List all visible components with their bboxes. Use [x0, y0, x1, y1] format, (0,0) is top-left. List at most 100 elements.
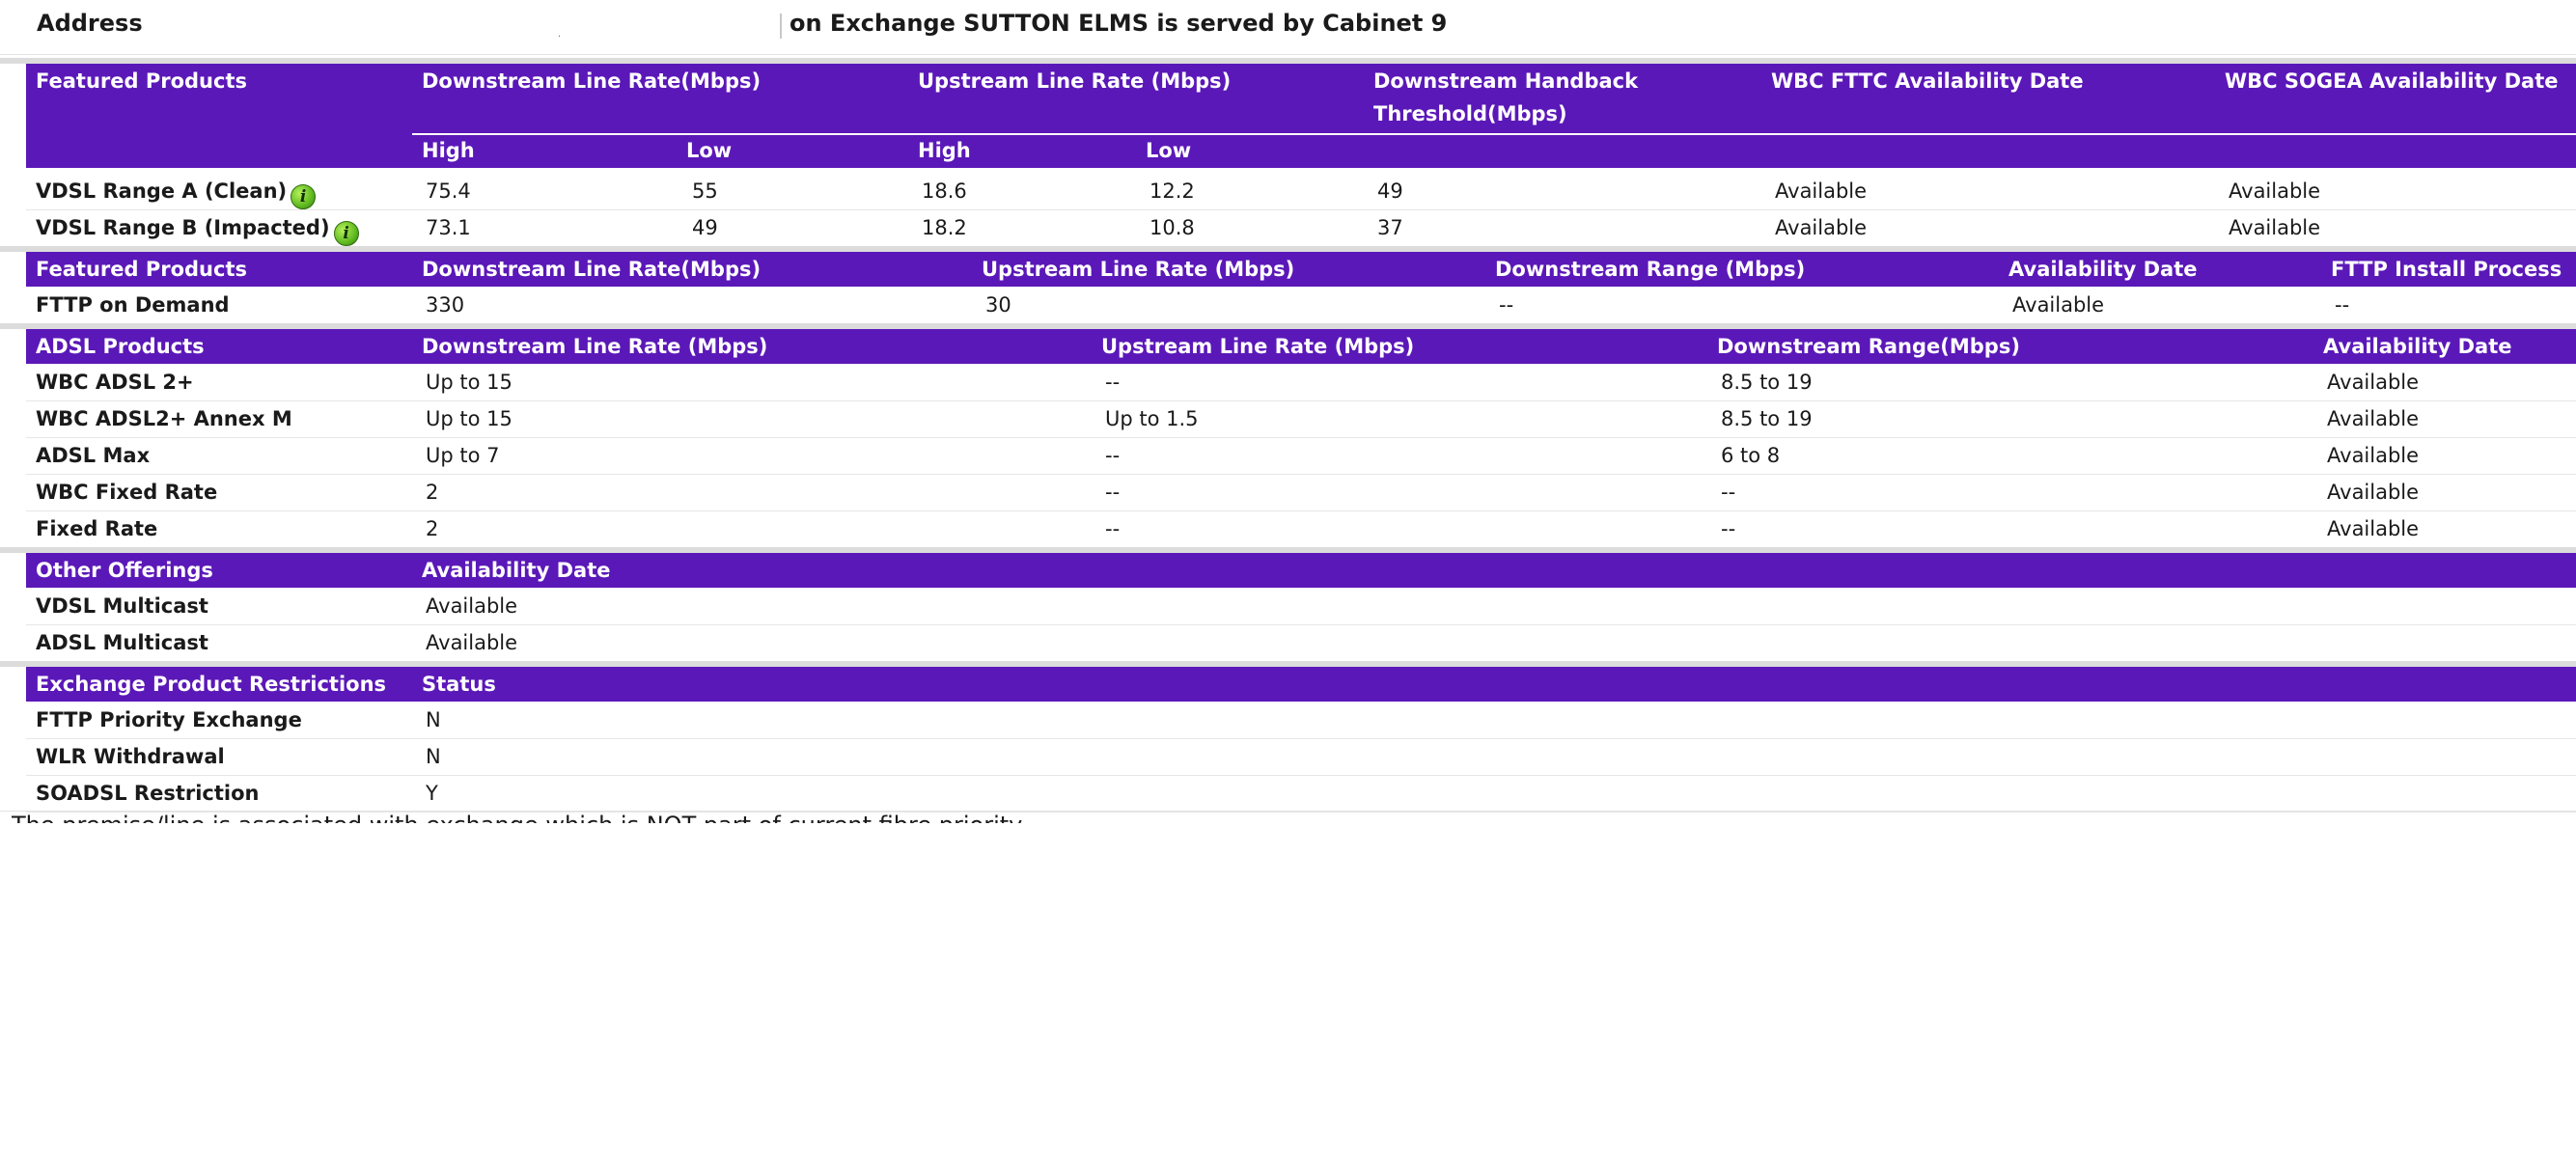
info-icon[interactable]: i — [291, 184, 317, 209]
cell-fttc-date: Available — [1775, 216, 1868, 239]
vdsl-col-downstream: Downstream Line Rate(Mbps) — [422, 69, 762, 93]
product-name: FTTP on Demand — [36, 293, 230, 317]
table-row: FTTP Priority Exchange N — [26, 702, 2576, 739]
cell-down-high: 75.4 — [426, 179, 471, 203]
cell-upstream: -- — [1105, 371, 1121, 394]
adsl-col-range: Downstream Range(Mbps) — [1717, 335, 2020, 358]
cell-range: -- — [1721, 481, 1736, 504]
cell-date: Available — [2327, 371, 2420, 394]
cell-downstream: 2 — [426, 481, 439, 504]
vdsl-col-handback-line2: Threshold(Mbps) — [1373, 102, 1567, 125]
cell-status: N — [426, 745, 441, 768]
restriction-name: SOADSL Restriction — [36, 782, 260, 805]
cell-downstream: Up to 15 — [426, 371, 512, 394]
cell-upstream: -- — [1105, 444, 1121, 467]
product-name: Fixed Rate — [36, 517, 158, 540]
cell-up-low: 10.8 — [1150, 216, 1195, 239]
cell-date: Available — [2012, 293, 2105, 317]
adsl-col-product: ADSL Products — [36, 335, 205, 358]
fttp-col-date: Availability Date — [2008, 258, 2198, 281]
cell-status: N — [426, 708, 441, 731]
fttp-table-header: Featured Products Downstream Line Rate(M… — [26, 252, 2576, 287]
cell-down-low: 49 — [692, 216, 718, 239]
cell-upstream: 30 — [985, 293, 1011, 317]
product-name: WBC Fixed Rate — [36, 481, 218, 504]
table-row: FTTP on Demand 330 30 -- Available -- — [26, 287, 2576, 324]
adsl-table-header: ADSL Products Downstream Line Rate (Mbps… — [26, 329, 2576, 364]
address-divider — [780, 14, 782, 39]
vdsl-subcol-up-high: High — [918, 139, 971, 162]
cell-date: Available — [2327, 444, 2420, 467]
cell-down-high: 73.1 — [426, 216, 471, 239]
cell-range: -- — [1499, 293, 1514, 317]
adsl-col-downstream: Downstream Line Rate (Mbps) — [422, 335, 768, 358]
fttp-col-product: Featured Products — [36, 258, 247, 281]
other-col-date: Availability Date — [422, 559, 611, 582]
adsl-col-date: Availability Date — [2323, 335, 2512, 358]
cell-handback: 37 — [1377, 216, 1403, 239]
cell-date: Available — [2327, 407, 2420, 430]
cell-fttc-date: Available — [1775, 179, 1868, 203]
vdsl-col-upstream: Upstream Line Rate (Mbps) — [918, 69, 1232, 93]
other-col-product: Other Offerings — [36, 559, 213, 582]
address-label: Address — [37, 10, 143, 37]
adsl-col-upstream: Upstream Line Rate (Mbps) — [1101, 335, 1415, 358]
exchange-cabinet-text: on Exchange SUTTON ELMS is served by Cab… — [789, 10, 1448, 37]
restrictions-col-status: Status — [422, 673, 496, 696]
fttp-col-upstream: Upstream Line Rate (Mbps) — [982, 258, 1295, 281]
cell-range: 6 to 8 — [1721, 444, 1781, 467]
cell-sogea-date: Available — [2229, 216, 2321, 239]
vdsl-col-product: Featured Products — [36, 69, 247, 93]
product-name: VDSL Range B (Impacted) i — [36, 209, 359, 246]
vdsl-table-header: Featured Products Downstream Line Rate(M… — [26, 64, 2576, 168]
cell-sogea-date: Available — [2229, 179, 2321, 203]
table-row: ADSL Multicast Available — [26, 624, 2576, 662]
product-name: VDSL Multicast — [36, 594, 208, 618]
table-row: WBC Fixed Rate 2 -- -- Available — [26, 474, 2576, 511]
product-name: WBC ADSL2+ Annex M — [36, 407, 292, 430]
restriction-name: FTTP Priority Exchange — [36, 708, 302, 731]
vdsl-header-rule — [412, 133, 2576, 135]
restriction-name: WLR Withdrawal — [36, 745, 225, 768]
vdsl-subcol-up-low: Low — [1146, 139, 1192, 162]
cell-range: -- — [1721, 517, 1736, 540]
vdsl-col-fttc-date: WBC FTTC Availability Date — [1771, 69, 2084, 93]
address-bar: Address . on Exchange SUTTON ELMS is ser… — [0, 0, 2576, 55]
cell-up-high: 18.2 — [922, 216, 967, 239]
cell-down-low: 55 — [692, 179, 718, 203]
vdsl-subcol-down-low: Low — [686, 139, 733, 162]
table-row: WBC ADSL 2+ Up to 15 -- 8.5 to 19 Availa… — [26, 364, 2576, 401]
restrictions-table-header: Exchange Product Restrictions Status — [26, 667, 2576, 702]
cell-install: -- — [2335, 293, 2350, 317]
cell-upstream: -- — [1105, 481, 1121, 504]
cell-range: 8.5 to 19 — [1721, 407, 1813, 430]
table-row: WBC ADSL2+ Annex M Up to 15 Up to 1.5 8.… — [26, 400, 2576, 438]
cell-handback: 49 — [1377, 179, 1403, 203]
table-row: VDSL Range A (Clean) i 75.4 55 18.6 12.2 … — [26, 173, 2576, 210]
cell-upstream: Up to 1.5 — [1105, 407, 1199, 430]
product-name: ADSL Max — [36, 444, 151, 467]
other-table-header: Other Offerings Availability Date — [26, 553, 2576, 588]
address-value: . — [558, 29, 562, 40]
cell-date: Available — [2327, 481, 2420, 504]
cell-downstream: Up to 15 — [426, 407, 512, 430]
info-icon[interactable]: i — [333, 221, 359, 246]
cell-range: 8.5 to 19 — [1721, 371, 1813, 394]
table-row: Fixed Rate 2 -- -- Available — [26, 510, 2576, 548]
product-name-text: VDSL Range B (Impacted) — [36, 216, 330, 239]
cell-downstream: Up to 7 — [426, 444, 500, 467]
fttp-col-install: FTTP Install Process — [2331, 258, 2562, 281]
restrictions-col-product: Exchange Product Restrictions — [36, 673, 387, 696]
cell-downstream: 2 — [426, 517, 439, 540]
cell-downstream: 330 — [426, 293, 465, 317]
cell-up-high: 18.6 — [922, 179, 967, 203]
table-row: VDSL Range B (Impacted) i 73.1 49 18.2 10… — [26, 209, 2576, 247]
product-name: ADSL Multicast — [36, 631, 208, 654]
table-row: WLR Withdrawal N — [26, 738, 2576, 776]
product-name: WBC ADSL 2+ — [36, 371, 194, 394]
cell-date: Available — [426, 594, 518, 618]
cell-status: Y — [426, 782, 438, 805]
vdsl-col-handback-line1: Downstream Handback — [1373, 69, 1639, 93]
cell-date: Available — [2327, 517, 2420, 540]
product-name-text: VDSL Range A (Clean) — [36, 179, 288, 203]
